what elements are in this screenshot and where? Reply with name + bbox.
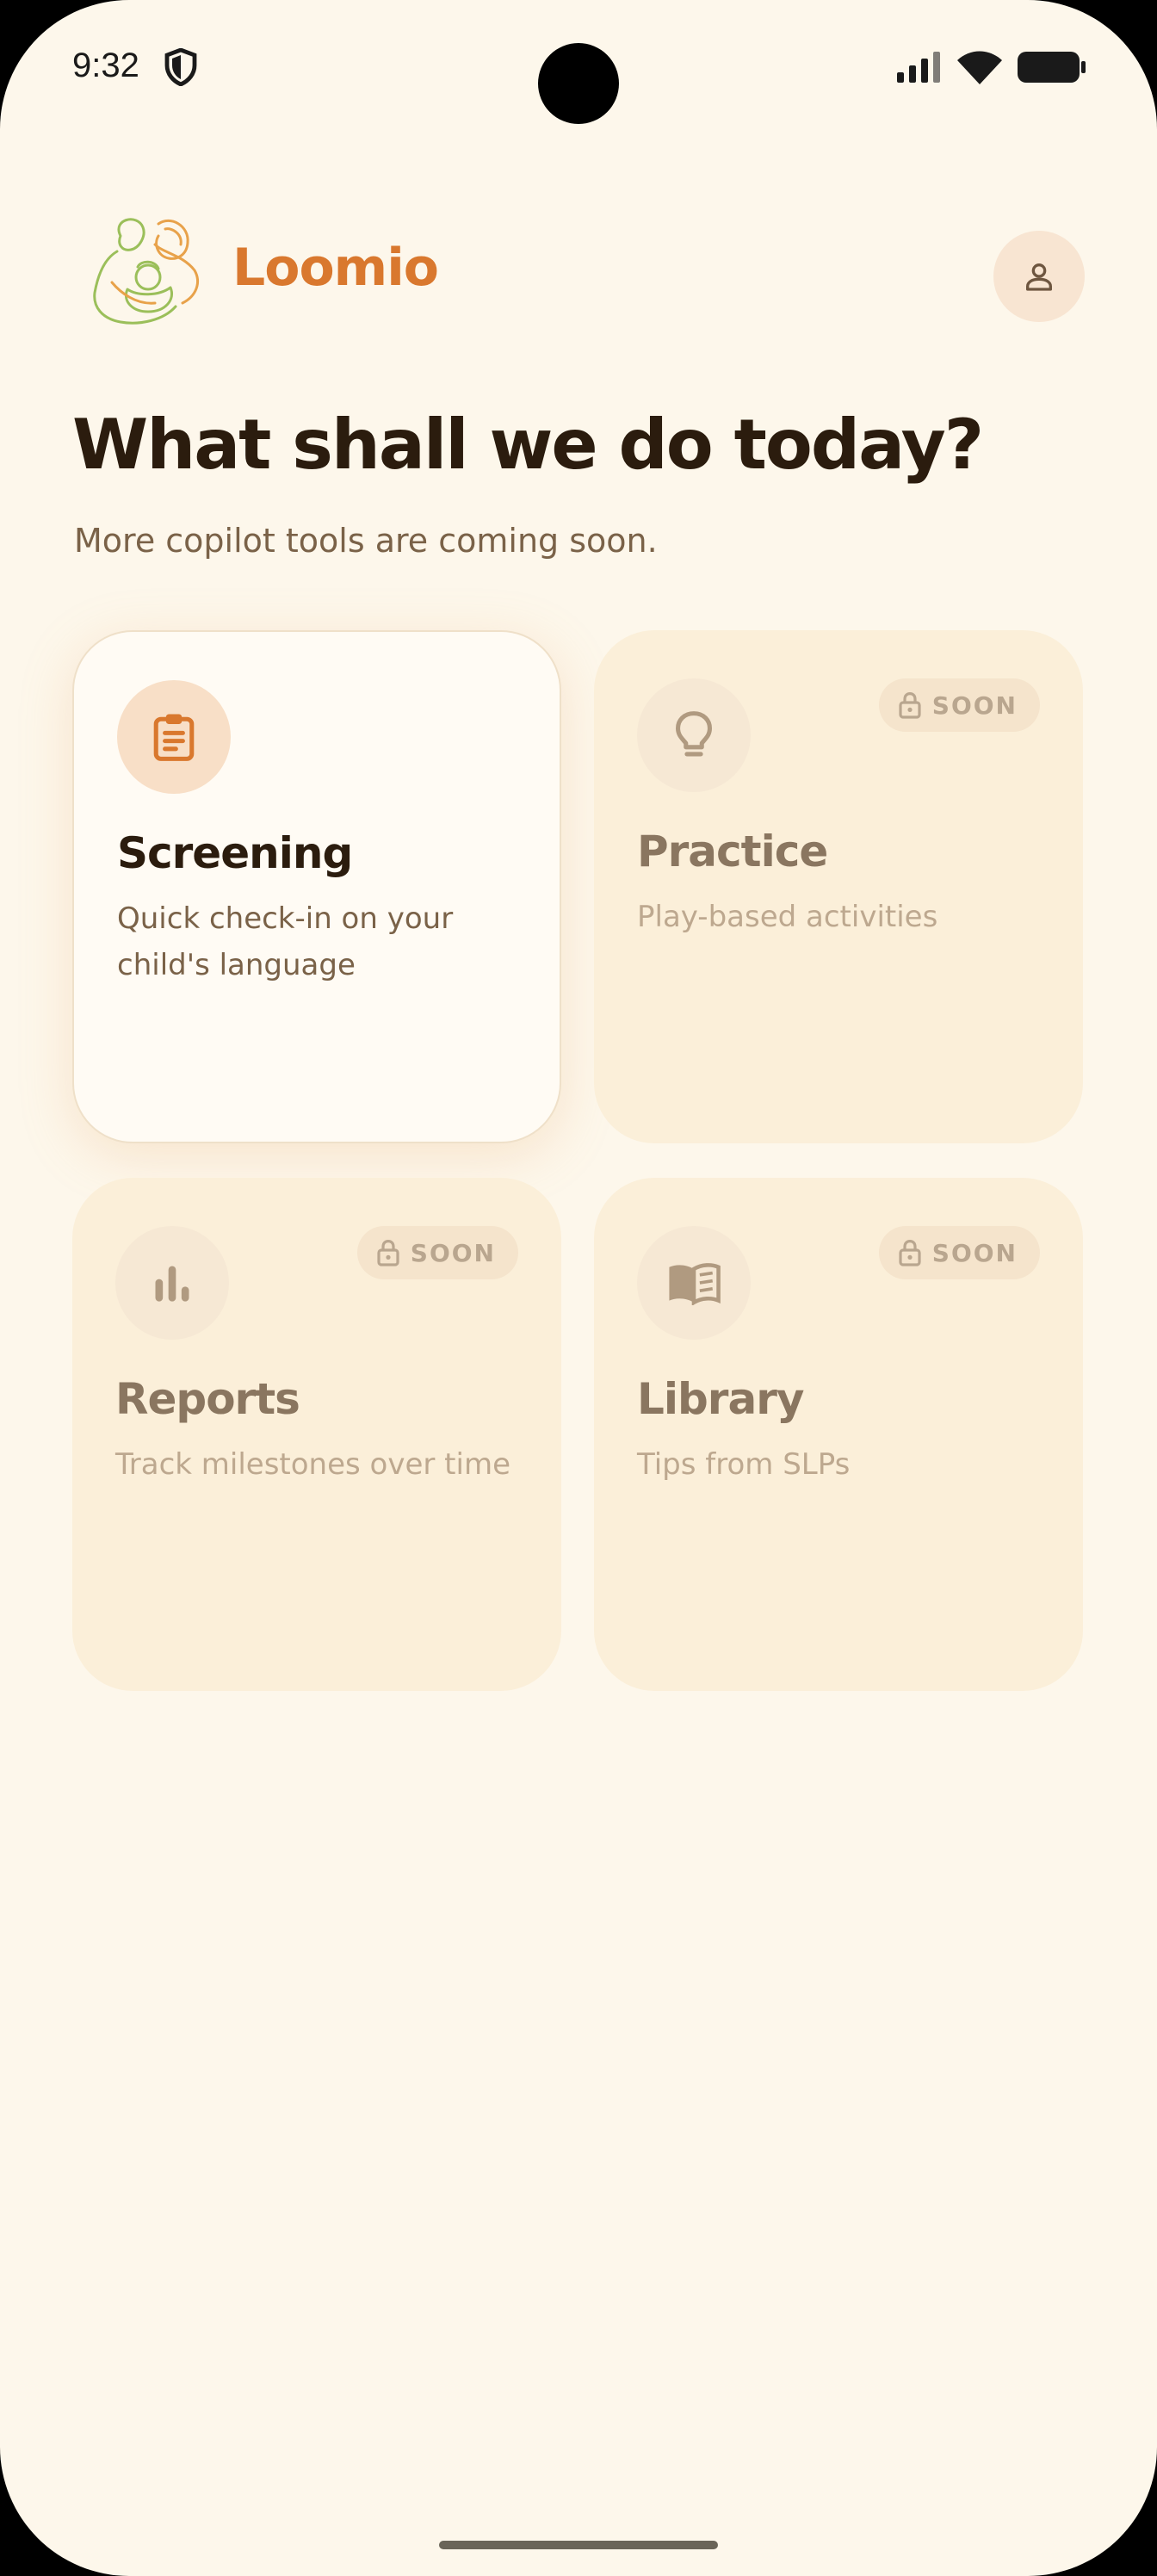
card-description: Play-based activities <box>637 900 938 934</box>
battery-icon <box>1018 52 1086 83</box>
badge-label: SOON <box>931 1238 1018 1267</box>
card-title: Screening <box>117 828 353 878</box>
card-title: Practice <box>637 827 828 876</box>
clipboard-icon <box>153 714 195 761</box>
badge-label: SOON <box>410 1238 496 1267</box>
card-description: Tips from SLPs <box>637 1447 851 1482</box>
shield-icon <box>164 48 197 86</box>
card-icon-wrap <box>115 1226 229 1340</box>
app-screen: 9:32 Loomio What shall we do today? More… <box>0 0 1157 2576</box>
home-indicator[interactable] <box>439 2541 718 2549</box>
card-practice[interactable]: SOON Practice Play-based activities <box>594 630 1083 1143</box>
signal-icon <box>897 52 940 83</box>
lock-icon <box>899 1239 921 1266</box>
brand-name: Loomio <box>232 238 439 298</box>
card-title: Reports <box>115 1374 300 1424</box>
bar-chart-icon <box>155 1266 189 1302</box>
page-subtitle: More copilot tools are coming soon. <box>74 522 658 560</box>
status-icons <box>897 48 1086 86</box>
card-library[interactable]: SOON Library Tips from SLPs <box>594 1178 1083 1691</box>
soon-badge: SOON <box>878 678 1040 732</box>
badge-label: SOON <box>931 690 1018 720</box>
card-description: Quick check-in on your child's language <box>117 901 454 982</box>
card-title: Library <box>637 1374 804 1424</box>
user-icon <box>1026 263 1052 291</box>
lightbulb-icon <box>676 711 712 757</box>
soon-badge: SOON <box>356 1226 518 1279</box>
wifi-icon <box>957 51 1002 84</box>
lock-icon <box>899 691 921 719</box>
card-description: Track milestones over time <box>115 1447 510 1482</box>
card-screening[interactable]: Screening Quick check-in on your child's… <box>72 630 561 1143</box>
card-icon-wrap <box>637 678 751 792</box>
book-icon <box>669 1263 721 1305</box>
card-icon-wrap <box>117 680 231 794</box>
card-reports[interactable]: SOON Reports Track milestones over time <box>72 1178 561 1691</box>
soon-badge: SOON <box>878 1226 1040 1279</box>
card-icon-wrap <box>637 1226 751 1340</box>
page-title: What shall we do today? <box>72 405 984 485</box>
status-time: 9:32 <box>72 46 139 84</box>
profile-button[interactable] <box>993 231 1085 322</box>
camera-cutout <box>538 43 619 124</box>
logo-icon <box>93 218 199 325</box>
lock-icon <box>377 1239 399 1266</box>
